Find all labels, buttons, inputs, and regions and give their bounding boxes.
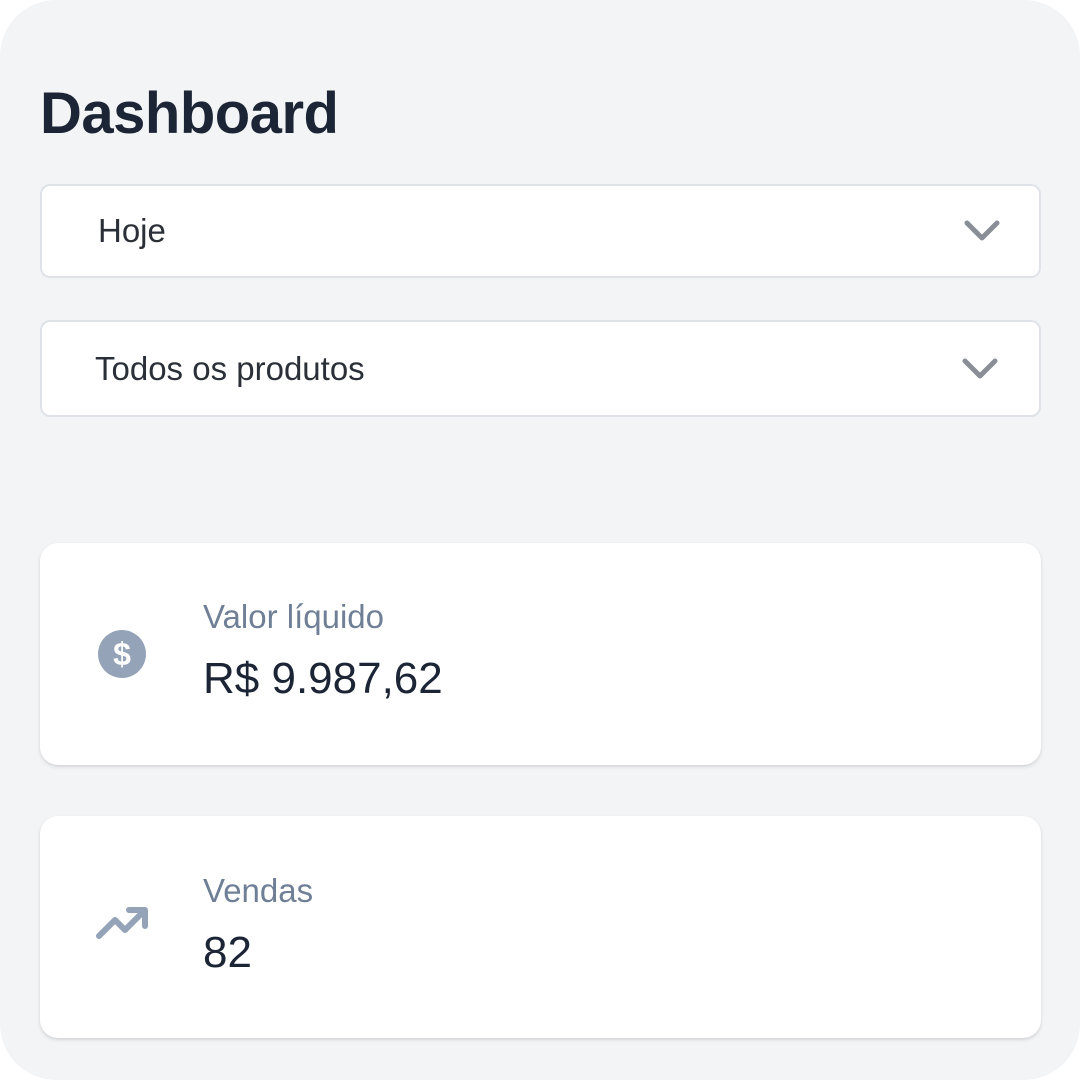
product-select-value: Todos os produtos xyxy=(95,349,365,387)
metric-card-sales: Vendas 82 xyxy=(40,816,1041,1038)
trending-up-icon xyxy=(96,907,148,939)
chevron-down-icon xyxy=(964,220,1000,241)
metric-value: 82 xyxy=(203,928,252,977)
dashboard-screen: Dashboard Hoje Todos os produtos $ Valor… xyxy=(0,0,1080,1080)
metric-label: Vendas xyxy=(203,872,314,909)
metric-label: Valor líquido xyxy=(203,598,385,635)
page-title: Dashboard xyxy=(40,81,339,146)
metric-value: R$ 9.987,62 xyxy=(203,654,443,703)
period-select[interactable]: Hoje xyxy=(40,184,1041,278)
chevron-down-icon xyxy=(962,358,998,378)
dollar-circle-icon: $ xyxy=(98,630,146,678)
metric-card-net-value: $ Valor líquido R$ 9.987,62 xyxy=(40,543,1041,765)
period-select-value: Hoje xyxy=(98,212,166,249)
product-select[interactable]: Todos os produtos xyxy=(40,320,1041,417)
svg-text:$: $ xyxy=(113,636,131,672)
